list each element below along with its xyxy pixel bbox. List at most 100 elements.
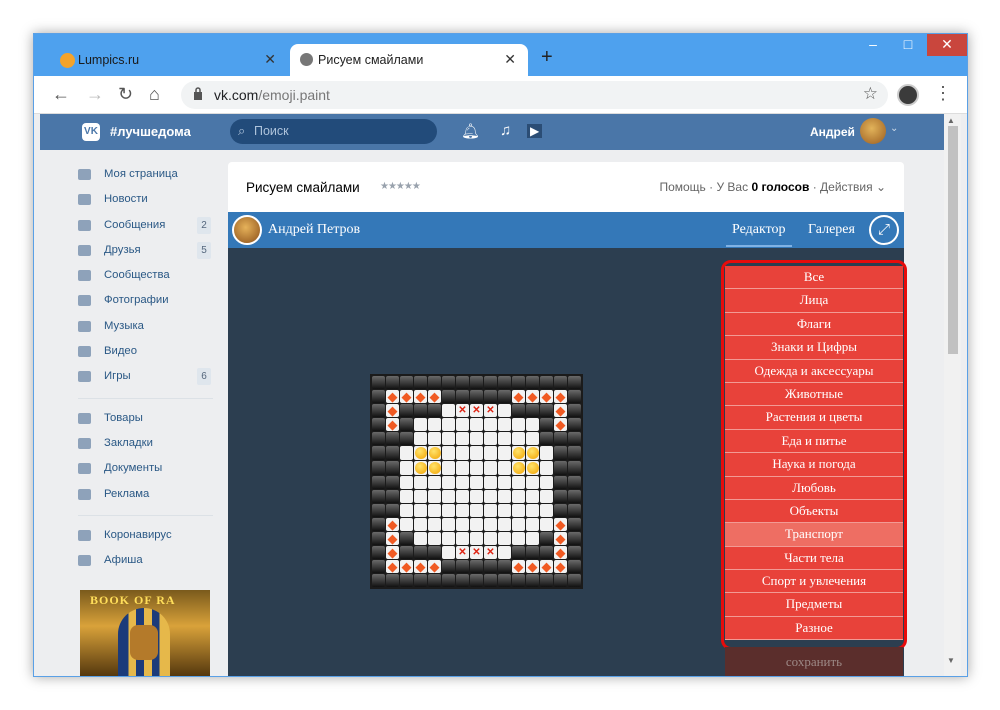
- diamond-tile: ◆: [554, 531, 567, 546]
- white-tile: [414, 532, 427, 545]
- app-links: Помощь · У Вас 0 голосов · Действия ⌄: [659, 180, 886, 194]
- scroll-down-icon[interactable]: ▼: [947, 656, 955, 665]
- bookmark-star-icon[interactable]: ☆: [863, 84, 878, 104]
- votes-value[interactable]: 0 голосов: [751, 180, 809, 194]
- white-tile: [498, 518, 511, 531]
- black-tile: [456, 560, 469, 573]
- maximize-icon[interactable]: □: [892, 34, 924, 56]
- black-tile: [526, 376, 539, 389]
- black-tile: [386, 574, 399, 587]
- diamond-tile: ◆: [554, 417, 567, 432]
- sidebar-item-messages[interactable]: Сообщения 2: [78, 213, 213, 238]
- cross-tile: ✕: [470, 546, 483, 559]
- sidebar-item-profile[interactable]: Моя страница: [78, 162, 213, 187]
- white-tile: [512, 532, 525, 545]
- white-tile: [512, 518, 525, 531]
- user-name[interactable]: Андрей: [810, 125, 855, 139]
- minimize-icon[interactable]: –: [857, 34, 889, 56]
- black-tile: [470, 376, 483, 389]
- sidebar-item-groups[interactable]: Сообщества: [78, 263, 213, 288]
- sidebar-item-goods[interactable]: Товары: [78, 406, 213, 431]
- black-tile: [400, 432, 413, 445]
- avatar[interactable]: [232, 215, 262, 245]
- white-tile: [470, 446, 483, 460]
- profile-avatar[interactable]: [897, 84, 919, 106]
- scroll-up-icon[interactable]: ▲: [947, 116, 955, 125]
- smiley-tile: [512, 446, 525, 460]
- sidebar-item-afisha[interactable]: Афиша: [78, 548, 213, 573]
- emoji-canvas[interactable]: ◆ ◆ ◆ ◆ ◆ ◆ ◆ ◆ ◆ ✕ ✕ ✕ ◆ ◆ ◆ ◆ ◆ ◆ ◆ ◆ ✕ ✕ ✕ ◆ ◆ ◆ ◆ ◆ ◆ ◆ ◆ ◆: [370, 374, 583, 589]
- pharaoh-face: [130, 625, 158, 660]
- black-tile: [470, 390, 483, 403]
- tab-emoji-paint[interactable]: Рисуем смайлами ✕: [290, 44, 528, 76]
- black-tile: [442, 574, 455, 587]
- tab-editor[interactable]: Редактор: [726, 222, 792, 247]
- reload-icon[interactable]: ↻: [118, 84, 133, 105]
- home-icon[interactable]: ⌂: [149, 84, 160, 105]
- fullscreen-icon[interactable]: ⤢: [869, 215, 899, 245]
- sidebar-item-documents[interactable]: Документы: [78, 456, 213, 481]
- sidebar-item-news[interactable]: Новости: [78, 187, 213, 212]
- black-tile: [386, 476, 399, 489]
- tab-gallery[interactable]: Галерея: [808, 222, 855, 238]
- sidebar-item-friends[interactable]: Друзья 5: [78, 238, 213, 263]
- black-tile: [526, 546, 539, 559]
- black-tile: [554, 461, 567, 475]
- chevron-down-icon[interactable]: ⌄: [890, 123, 898, 134]
- avatar[interactable]: [860, 118, 886, 144]
- sidebar-item-photos[interactable]: Фотографии: [78, 288, 213, 313]
- white-tile: [428, 432, 441, 445]
- black-tile: [372, 490, 385, 503]
- black-tile: [484, 390, 497, 403]
- close-icon[interactable]: ✕: [264, 51, 276, 68]
- black-tile: [428, 546, 441, 559]
- black-tile: [540, 532, 553, 545]
- black-tile: [568, 518, 581, 531]
- white-tile: [470, 518, 483, 531]
- goods-icon: [78, 412, 91, 424]
- vk-logo-icon[interactable]: VK: [82, 123, 100, 141]
- bell-icon[interactable]: 🔔︎: [461, 122, 480, 140]
- author-name[interactable]: Андрей Петров: [268, 222, 360, 238]
- sidebar-item-music[interactable]: Музыка: [78, 314, 213, 339]
- diamond-tile: ◆: [386, 417, 399, 432]
- black-tile: [372, 418, 385, 431]
- white-tile: [414, 476, 427, 489]
- ad-banner[interactable]: BOOK OF RA: [80, 590, 210, 676]
- tab-lumpics[interactable]: Lumpics.ru ✕: [50, 44, 288, 76]
- help-link[interactable]: Помощь: [659, 180, 705, 194]
- white-tile: [484, 418, 497, 431]
- omnibox[interactable]: vk.com/emoji.paint ☆: [181, 81, 888, 109]
- sidebar-item-games[interactable]: Игры 6: [78, 364, 213, 389]
- scrollbar-thumb[interactable]: [948, 126, 958, 354]
- black-tile: [554, 432, 567, 445]
- menu-kebab-icon[interactable]: ⋮: [934, 83, 952, 104]
- groups-icon: [78, 270, 91, 282]
- music-icon[interactable]: ♫: [500, 122, 511, 139]
- sidebar-item-video[interactable]: Видео: [78, 339, 213, 364]
- rating-stars: ★★★★★: [380, 181, 421, 192]
- diamond-tile: ◆: [554, 517, 567, 532]
- games-icon: [78, 371, 91, 383]
- white-tile: [470, 476, 483, 489]
- window-close-icon[interactable]: ✕: [927, 34, 967, 56]
- forward-icon[interactable]: →: [86, 84, 104, 105]
- save-button[interactable]: сохранить: [725, 647, 903, 676]
- actions-link[interactable]: · Действия ⌄: [813, 180, 886, 194]
- search-input[interactable]: ⌕ Поиск: [230, 119, 437, 144]
- black-tile: [386, 432, 399, 445]
- play-icon[interactable]: ▶: [527, 124, 543, 138]
- new-tab-icon[interactable]: +: [541, 46, 553, 69]
- sidebar-item-bookmarks[interactable]: Закладки: [78, 431, 213, 456]
- vk-hashtag[interactable]: #лучшедома: [110, 124, 191, 139]
- white-tile: [456, 518, 469, 531]
- lock-icon: [194, 87, 202, 100]
- sidebar-item-ads[interactable]: Реклама: [78, 482, 213, 507]
- sidebar: Моя страница Новости Сообщения 2 Друзья 5 …: [78, 162, 213, 573]
- sidebar-item-coronavirus[interactable]: Коронавирус: [78, 523, 213, 548]
- close-icon[interactable]: ✕: [504, 51, 516, 68]
- back-icon[interactable]: ←: [52, 84, 70, 105]
- news-icon: [78, 194, 91, 206]
- highlight-frame: [721, 260, 907, 650]
- black-tile: [568, 404, 581, 417]
